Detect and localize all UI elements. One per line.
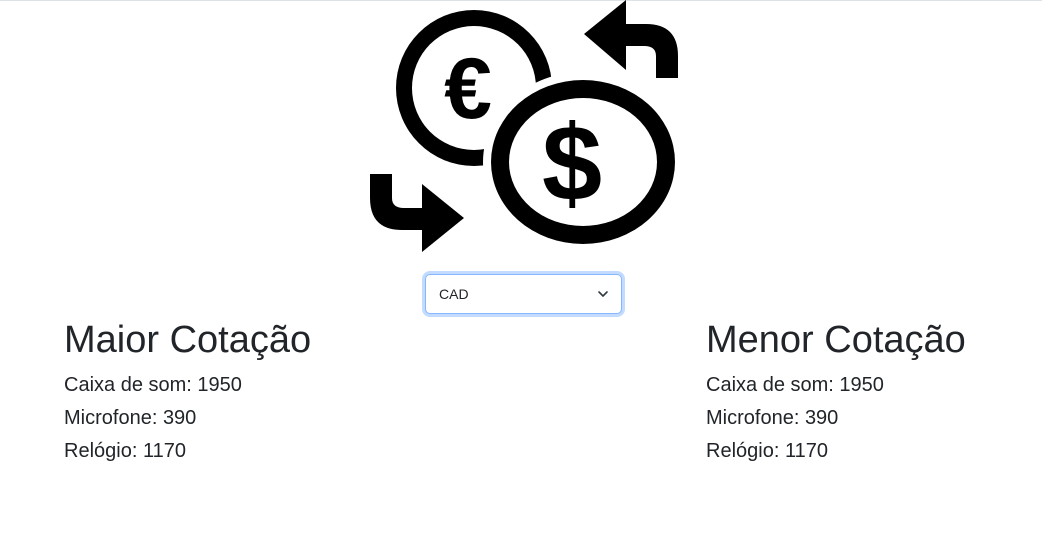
quote-value: 1950 [839,374,884,396]
quote-line: Microfone: 390 [706,407,839,429]
quote-value: 390 [162,407,197,429]
quote-value: 1170 [142,440,186,462]
chevron-down-icon [598,291,608,297]
quote-label: Microfone [706,407,794,429]
arrow-bottom-icon [370,174,464,252]
quote-label: Microfone [64,407,152,429]
arrow-top-icon [584,0,678,78]
quote-line: Caixa de som: 1950 [706,374,884,396]
euro-symbol: € [444,41,492,137]
currency-exchange-icon: € $ [370,0,680,252]
quote-line: Relógio: 1170 [64,440,186,462]
quote-value: 390 [804,407,839,429]
quote-label: Caixa de som [64,374,187,396]
quote-line: Caixa de som: 1950 [64,374,242,396]
lowest-quote-title: Menor Cotação [706,319,966,361]
currency-select-value: CAD [439,286,469,302]
lowest-quote-section: Menor Cotação Caixa de som: 1950 Microfo… [706,317,966,468]
quote-value: 1170 [784,440,828,462]
highest-quote-section: Maior Cotação Caixa de som: 1950 Microfo… [64,317,311,468]
quote-label: Relógio [64,440,132,462]
dollar-symbol: $ [542,102,602,223]
quote-value: 1950 [197,374,242,396]
quote-label: Relógio [706,440,774,462]
highest-quote-title: Maior Cotação [64,319,312,361]
quote-line: Relógio: 1170 [706,440,828,462]
quote-line: Microfone: 390 [64,407,197,429]
quote-label: Caixa de som [706,374,829,396]
currency-select[interactable]: CAD [425,274,622,314]
